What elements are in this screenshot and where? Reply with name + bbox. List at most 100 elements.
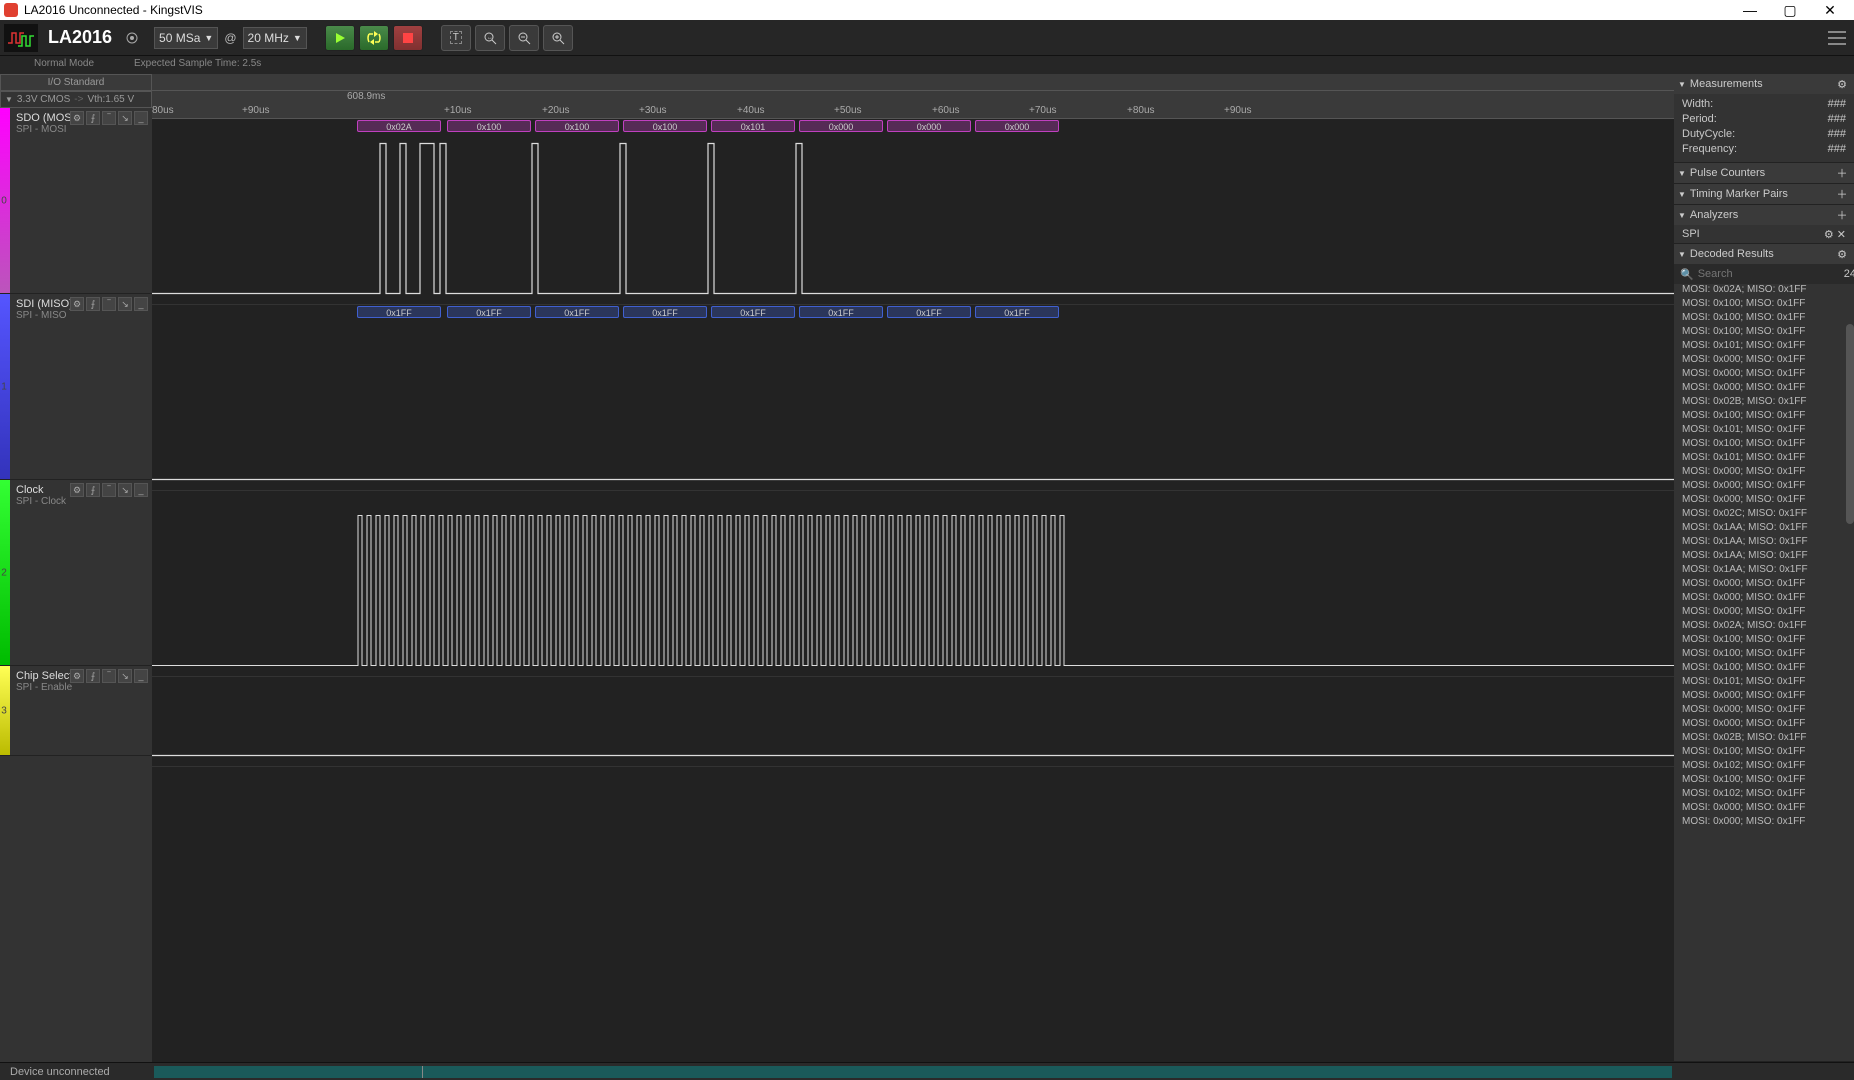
channel-settings-button[interactable]: ⚙ [70, 111, 84, 125]
channel-trigger-rise-button[interactable]: ⨍ [86, 111, 100, 125]
decoded-row[interactable]: MOSI: 0x02A; MISO: 0x1FF [1674, 620, 1854, 634]
pulse-counters-header[interactable]: ▼ Pulse Counters ＋ [1674, 163, 1854, 183]
decoded-row[interactable]: MOSI: 0x102; MISO: 0x1FF [1674, 788, 1854, 802]
wave-lane-clock[interactable] [152, 491, 1674, 677]
decoded-row[interactable]: MOSI: 0x1AA; MISO: 0x1FF [1674, 536, 1854, 550]
channel-trigger-fall-button[interactable]: ↘ [118, 297, 132, 311]
decoded-row[interactable]: MOSI: 0x102; MISO: 0x1FF [1674, 760, 1854, 774]
loop-button[interactable] [359, 25, 389, 51]
channel-settings-button[interactable]: ⚙ [70, 483, 84, 497]
decoded-row[interactable]: MOSI: 0x100; MISO: 0x1FF [1674, 312, 1854, 326]
channel-trigger-rise-button[interactable]: ⨍ [86, 669, 100, 683]
analyzers-header[interactable]: ▼ Analyzers ＋ [1674, 205, 1854, 225]
channel-trigger-rise-button[interactable]: ⨍ [86, 483, 100, 497]
decoded-header[interactable]: ▼ Decoded Results ⚙ [1674, 244, 1854, 264]
decoded-row[interactable]: MOSI: 0x100; MISO: 0x1FF [1674, 438, 1854, 452]
decoded-row[interactable]: MOSI: 0x100; MISO: 0x1FF [1674, 648, 1854, 662]
decoded-row[interactable]: MOSI: 0x000; MISO: 0x1FF [1674, 816, 1854, 830]
decoded-row[interactable]: MOSI: 0x1AA; MISO: 0x1FF [1674, 564, 1854, 578]
decoded-list[interactable]: MOSI: 0x02A; MISO: 0x1FFMOSI: 0x100; MIS… [1674, 284, 1854, 1061]
channel-trigger-fall-button[interactable]: ↘ [118, 669, 132, 683]
close-button[interactable]: ✕ [1810, 2, 1850, 19]
decoded-row[interactable]: MOSI: 0x000; MISO: 0x1FF [1674, 704, 1854, 718]
timeline[interactable]: 608.9ms 80us+90us+10us+20us+30us+40us+50… [152, 91, 1674, 119]
decoded-row[interactable]: MOSI: 0x100; MISO: 0x1FF [1674, 634, 1854, 648]
channel-settings-button[interactable]: ⚙ [70, 297, 84, 311]
decoded-row[interactable]: MOSI: 0x02C; MISO: 0x1FF [1674, 508, 1854, 522]
decoded-row[interactable]: MOSI: 0x02B; MISO: 0x1FF [1674, 396, 1854, 410]
decoded-row[interactable]: MOSI: 0x02B; MISO: 0x1FF [1674, 732, 1854, 746]
capture-navigator[interactable] [154, 1066, 1672, 1078]
zoom-in-button[interactable] [543, 25, 573, 51]
minimize-button[interactable]: — [1730, 2, 1770, 18]
decoded-row[interactable]: MOSI: 0x02A; MISO: 0x1FF [1674, 284, 1854, 298]
play-button[interactable] [325, 25, 355, 51]
decoded-row[interactable]: MOSI: 0x1AA; MISO: 0x1FF [1674, 522, 1854, 536]
add-button[interactable]: ＋ [1834, 165, 1850, 181]
measurements-settings-button[interactable]: ⚙ [1834, 76, 1850, 92]
decoded-row[interactable]: MOSI: 0x000; MISO: 0x1FF [1674, 578, 1854, 592]
decoded-row[interactable]: MOSI: 0x100; MISO: 0x1FF [1674, 774, 1854, 788]
decoded-search-input[interactable] [1698, 268, 1840, 280]
decoded-row[interactable]: MOSI: 0x100; MISO: 0x1FF [1674, 326, 1854, 340]
scrollbar[interactable] [1846, 324, 1854, 524]
analyzer-item-spi[interactable]: SPI ⚙ ✕ [1674, 225, 1854, 243]
analyzer-remove-button[interactable]: ✕ [1837, 229, 1846, 241]
decoded-row[interactable]: MOSI: 0x100; MISO: 0x1FF [1674, 410, 1854, 424]
wave-lane-mosi[interactable]: 0x02A0x1000x1000x1000x1010x0000x0000x000 [152, 119, 1674, 305]
decoded-settings-button[interactable]: ⚙ [1834, 246, 1850, 262]
channel-row[interactable]: 2 Clock SPI - Clock ⚙ ⨍ ‾ ↘ _ [0, 480, 152, 666]
measurements-header[interactable]: ▼ Measurements ⚙ [1674, 74, 1854, 94]
wave-lane-miso[interactable]: 0x1FF0x1FF0x1FF0x1FF0x1FF0x1FF0x1FF0x1FF [152, 305, 1674, 491]
decoded-row[interactable]: MOSI: 0x000; MISO: 0x1FF [1674, 494, 1854, 508]
decoded-row[interactable]: MOSI: 0x101; MISO: 0x1FF [1674, 340, 1854, 354]
channel-trigger-low-button[interactable]: _ [134, 669, 148, 683]
add-button[interactable]: ＋ [1834, 186, 1850, 202]
channel-trigger-fall-button[interactable]: ↘ [118, 111, 132, 125]
decoded-row[interactable]: MOSI: 0x000; MISO: 0x1FF [1674, 382, 1854, 396]
decoded-row[interactable]: MOSI: 0x100; MISO: 0x1FF [1674, 746, 1854, 760]
stop-button[interactable] [393, 25, 423, 51]
device-settings-button[interactable] [122, 28, 142, 48]
sample-rate-select[interactable]: 50 MSa ▼ [154, 27, 218, 49]
text-tool-button[interactable]: T [441, 25, 471, 51]
zoom-fit-button[interactable]: ↔ [475, 25, 505, 51]
decoded-row[interactable]: MOSI: 0x000; MISO: 0x1FF [1674, 718, 1854, 732]
zoom-out-button[interactable] [509, 25, 539, 51]
decoded-row[interactable]: MOSI: 0x000; MISO: 0x1FF [1674, 802, 1854, 816]
channel-trigger-high-button[interactable]: ‾ [102, 669, 116, 683]
decoded-row[interactable]: MOSI: 0x000; MISO: 0x1FF [1674, 354, 1854, 368]
decoded-row[interactable]: MOSI: 0x101; MISO: 0x1FF [1674, 676, 1854, 690]
decoded-row[interactable]: MOSI: 0x000; MISO: 0x1FF [1674, 690, 1854, 704]
analyzer-settings-button[interactable]: ⚙ [1824, 229, 1834, 241]
channel-trigger-rise-button[interactable]: ⨍ [86, 297, 100, 311]
channel-trigger-fall-button[interactable]: ↘ [118, 483, 132, 497]
channel-trigger-low-button[interactable]: _ [134, 483, 148, 497]
channel-settings-button[interactable]: ⚙ [70, 669, 84, 683]
channel-row[interactable]: 0 SDO (MOSI) SPI - MOSI ⚙ ⨍ ‾ ↘ _ [0, 108, 152, 294]
decoded-row[interactable]: MOSI: 0x100; MISO: 0x1FF [1674, 662, 1854, 676]
channel-trigger-low-button[interactable]: _ [134, 297, 148, 311]
channel-trigger-high-button[interactable]: ‾ [102, 111, 116, 125]
io-standard-select[interactable]: ▼ 3.3V CMOS -> Vth:1.65 V [0, 91, 152, 108]
decoded-row[interactable]: MOSI: 0x000; MISO: 0x1FF [1674, 466, 1854, 480]
channel-trigger-high-button[interactable]: ‾ [102, 483, 116, 497]
decoded-row[interactable]: MOSI: 0x101; MISO: 0x1FF [1674, 452, 1854, 466]
menu-button[interactable] [1824, 25, 1850, 51]
decoded-row[interactable]: MOSI: 0x000; MISO: 0x1FF [1674, 480, 1854, 494]
decoded-row[interactable]: MOSI: 0x1AA; MISO: 0x1FF [1674, 550, 1854, 564]
decoded-row[interactable]: MOSI: 0x101; MISO: 0x1FF [1674, 424, 1854, 438]
wave-lane-cs[interactable] [152, 677, 1674, 767]
channel-trigger-high-button[interactable]: ‾ [102, 297, 116, 311]
add-button[interactable]: ＋ [1834, 207, 1850, 223]
timing-pairs-header[interactable]: ▼ Timing Marker Pairs ＋ [1674, 184, 1854, 204]
channel-row[interactable]: 3 Chip Select SPI - Enable ⚙ ⨍ ‾ ↘ _ [0, 666, 152, 756]
decoded-row[interactable]: MOSI: 0x000; MISO: 0x1FF [1674, 606, 1854, 620]
channel-row[interactable]: 1 SDI (MISO) SPI - MISO ⚙ ⨍ ‾ ↘ _ [0, 294, 152, 480]
decoded-row[interactable]: MOSI: 0x100; MISO: 0x1FF [1674, 298, 1854, 312]
decoded-row[interactable]: MOSI: 0x000; MISO: 0x1FF [1674, 368, 1854, 382]
decoded-row[interactable]: MOSI: 0x000; MISO: 0x1FF [1674, 592, 1854, 606]
channel-trigger-low-button[interactable]: _ [134, 111, 148, 125]
waveform-area[interactable]: 608.9ms 80us+90us+10us+20us+30us+40us+50… [152, 74, 1674, 1062]
maximize-button[interactable]: ▢ [1770, 2, 1810, 19]
